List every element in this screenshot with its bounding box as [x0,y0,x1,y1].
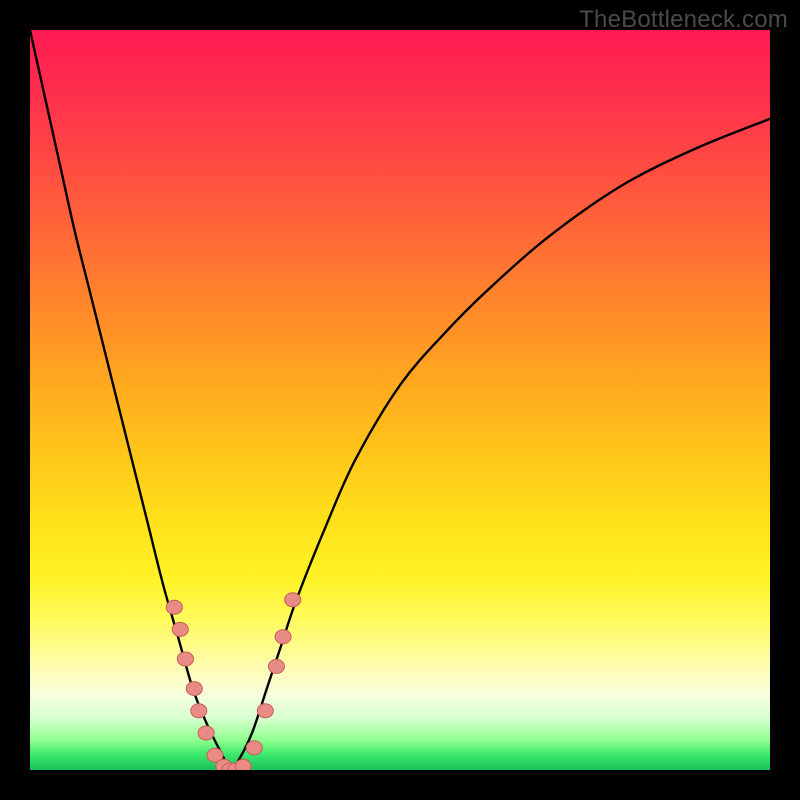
data-marker [257,704,273,718]
data-marker [235,759,251,770]
bottleneck-curve [30,30,770,770]
data-marker [191,704,207,718]
data-marker [166,600,182,614]
data-marker [198,726,214,740]
data-marker [186,682,202,696]
data-marker [275,630,291,644]
data-marker [172,622,188,636]
data-marker [246,741,262,755]
data-marker [268,659,284,673]
data-marker [285,593,301,607]
data-marker [177,652,193,666]
plot-area [30,30,770,770]
chart-frame: TheBottleneck.com [0,0,800,800]
curve-svg [30,30,770,770]
